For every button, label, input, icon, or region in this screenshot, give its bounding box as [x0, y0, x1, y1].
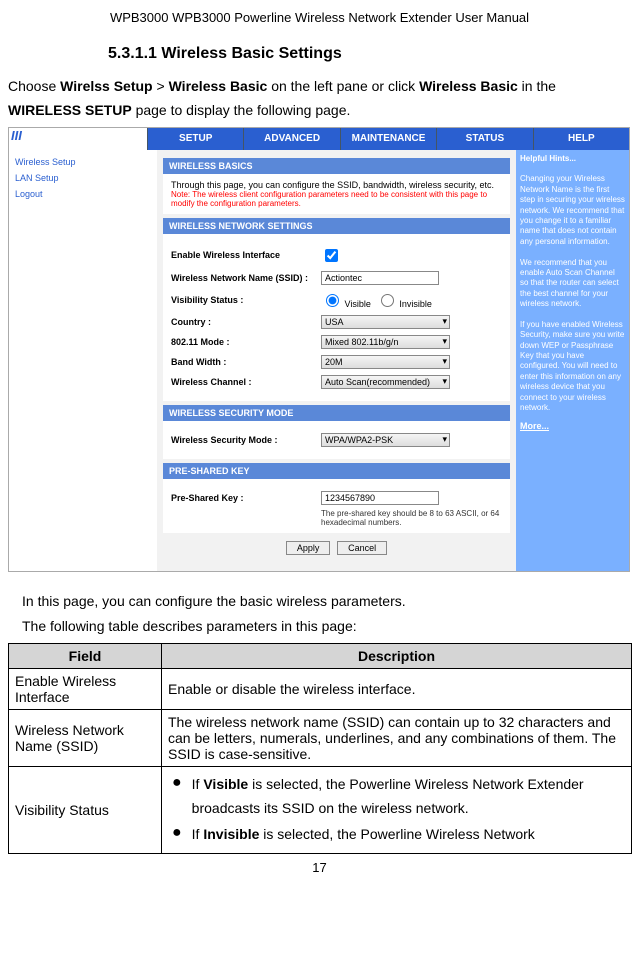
- visible-text: Visible: [345, 299, 371, 309]
- apply-button[interactable]: Apply: [286, 541, 331, 555]
- enable-wireless-label: Enable Wireless Interface: [171, 250, 321, 260]
- hints-text-3: If you have enabled Wireless Security, m…: [520, 320, 624, 412]
- enable-wireless-checkbox[interactable]: [325, 249, 338, 262]
- th-field: Field: [9, 644, 162, 669]
- left-sidebar: Wireless Setup LAN Setup Logout: [9, 150, 157, 571]
- nav-status[interactable]: STATUS: [436, 128, 532, 150]
- after-text: In this page, you can configure the basi…: [22, 590, 631, 640]
- table-row: Enable Wireless Interface Enable or disa…: [9, 669, 632, 710]
- table-row: Wireless Network Name (SSID) The wireles…: [9, 710, 632, 767]
- channel-select[interactable]: Auto Scan(recommended): [321, 375, 450, 389]
- mode-label: 802.11 Mode :: [171, 337, 321, 347]
- hints-text-1: Changing your Wireless Network Name is t…: [520, 174, 625, 245]
- visibility-visible-radio[interactable]: [326, 294, 339, 307]
- param-table: Field Description Enable Wireless Interf…: [8, 643, 632, 853]
- hints-panel: Helpful Hints... Changing your Wireless …: [516, 150, 629, 571]
- security-mode-label: Wireless Security Mode :: [171, 435, 321, 445]
- section-heading: 5.3.1.1 Wireless Basic Settings: [108, 45, 631, 63]
- visibility-label: Visibility Status :: [171, 295, 321, 305]
- psk-note: The pre-shared key should be 8 to 63 ASC…: [321, 509, 502, 527]
- doc-header: WPB3000 WPB3000 Powerline Wireless Netwo…: [8, 10, 631, 25]
- ssid-label: Wireless Network Name (SSID) :: [171, 273, 321, 283]
- panel-basics-note: Note: The wireless client configuration …: [171, 190, 502, 208]
- cell-field: Enable Wireless Interface: [9, 669, 162, 710]
- cancel-button[interactable]: Cancel: [337, 541, 387, 555]
- hints-more-link[interactable]: More...: [520, 421, 625, 433]
- bandwidth-select[interactable]: 20M: [321, 355, 450, 369]
- panel-basics-text: Through this page, you can configure the…: [171, 180, 502, 190]
- settings-screenshot: III SETUP ADVANCED MAINTENANCE STATUS HE…: [8, 127, 630, 572]
- psk-label: Pre-Shared Key :: [171, 493, 321, 503]
- visibility-invisible-radio[interactable]: [381, 294, 394, 307]
- psk-input[interactable]: 1234567890: [321, 491, 439, 505]
- invisible-text: Invisible: [399, 299, 432, 309]
- table-row: Visibility Status ●If Visible is selecte…: [9, 767, 632, 853]
- country-label: Country :: [171, 317, 321, 327]
- panel-basics-head: WIRELESS BASICS: [163, 158, 510, 174]
- table-intro: The following table describes parameters…: [22, 615, 631, 639]
- nav-advanced[interactable]: ADVANCED: [243, 128, 339, 150]
- cell-field: Wireless Network Name (SSID): [9, 710, 162, 767]
- panel-security-head: WIRELESS SECURITY MODE: [163, 405, 510, 421]
- product-code: WPB3000: [110, 10, 169, 25]
- intro-paragraph: Choose Wirelss Setup > Wireless Basic on…: [8, 75, 631, 123]
- ssid-input[interactable]: Actiontec: [321, 271, 439, 285]
- bandwidth-label: Band Width :: [171, 357, 321, 367]
- country-select[interactable]: USA: [321, 315, 450, 329]
- cell-desc: ●If Visible is selected, the Powerline W…: [162, 767, 632, 853]
- th-desc: Description: [162, 644, 632, 669]
- nav-setup[interactable]: SETUP: [147, 128, 243, 150]
- page-number: 17: [8, 860, 631, 875]
- nav-help[interactable]: HELP: [533, 128, 629, 150]
- hints-title: Helpful Hints...: [520, 154, 576, 163]
- panel-network-head: WIRELESS NETWORK SETTINGS: [163, 218, 510, 234]
- bullet-icon: ●: [172, 773, 182, 821]
- panel-psk-head: PRE-SHARED KEY: [163, 463, 510, 479]
- sidebar-item-wireless[interactable]: Wireless Setup: [15, 154, 151, 170]
- hints-text-2: We recommend that you enable Auto Scan C…: [520, 258, 619, 309]
- bullet-icon: ●: [172, 823, 182, 847]
- mode-select[interactable]: Mixed 802.11b/g/n: [321, 335, 450, 349]
- nav-maintenance[interactable]: MAINTENANCE: [340, 128, 436, 150]
- cell-desc: Enable or disable the wireless interface…: [162, 669, 632, 710]
- brand-logo: III: [9, 128, 147, 150]
- top-nav: SETUP ADVANCED MAINTENANCE STATUS HELP: [147, 128, 629, 150]
- cell-field: Visibility Status: [9, 767, 162, 853]
- channel-label: Wireless Channel :: [171, 377, 321, 387]
- sidebar-item-logout[interactable]: Logout: [15, 186, 151, 202]
- main-panel: WIRELESS BASICS Through this page, you c…: [157, 150, 516, 571]
- security-mode-select[interactable]: WPA/WPA2-PSK: [321, 433, 450, 447]
- sidebar-item-lan[interactable]: LAN Setup: [15, 170, 151, 186]
- cell-desc: The wireless network name (SSID) can con…: [162, 710, 632, 767]
- config-line: In this page, you can configure the basi…: [22, 590, 631, 614]
